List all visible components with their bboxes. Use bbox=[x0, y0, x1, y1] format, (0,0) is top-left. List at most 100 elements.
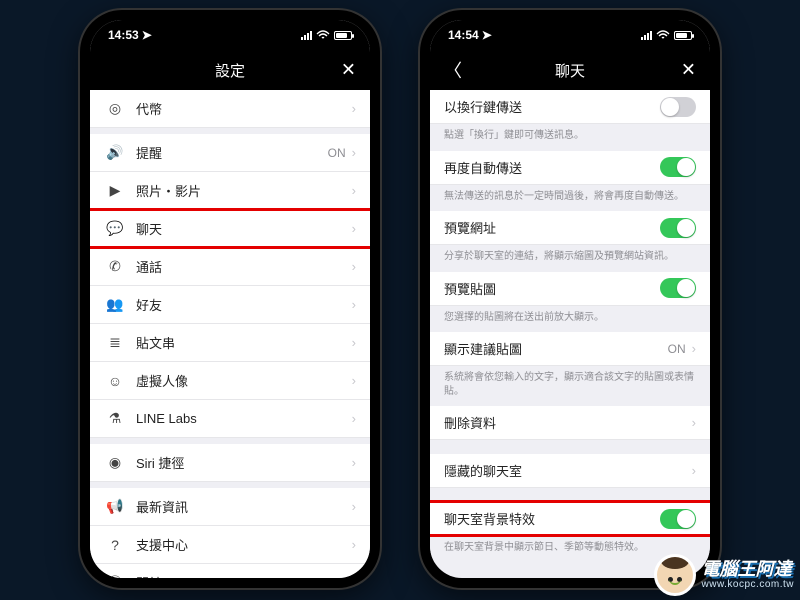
row-label: LINE Labs bbox=[136, 411, 352, 426]
settings-row-phone[interactable]: ✆ 通話› bbox=[90, 248, 370, 286]
location-icon: ➤ bbox=[482, 28, 492, 42]
wifi-icon bbox=[656, 30, 670, 40]
settings-row-announce[interactable]: 📢 最新資訊› bbox=[90, 488, 370, 526]
wifi-icon bbox=[316, 30, 330, 40]
row-description: 系統將會依您輸入的文字，顯示適合該文字的貼圖或表情貼。 bbox=[430, 366, 710, 406]
settings-row-coin[interactable]: ◎代幣› bbox=[90, 90, 370, 128]
toggle-switch[interactable] bbox=[660, 509, 696, 529]
siri-icon: ◉ bbox=[104, 454, 126, 471]
chat-setting-row[interactable]: 刪除資料› bbox=[430, 406, 710, 440]
row-description: 無法傳送的訊息於一定時間過後，將會再度自動傳送。 bbox=[430, 185, 710, 212]
info-icon: ⓘ bbox=[104, 573, 126, 579]
chevron-right-icon: › bbox=[692, 463, 696, 478]
help-icon: ? bbox=[104, 537, 126, 553]
settings-row-video[interactable]: ▶照片・影片› bbox=[90, 172, 370, 210]
chat-setting-row[interactable]: 聊天室背景特效 bbox=[430, 502, 710, 536]
row-label: 關於LINE bbox=[136, 573, 352, 578]
notch bbox=[505, 10, 635, 32]
mascot-icon bbox=[654, 554, 696, 596]
settings-row-flask[interactable]: ⚗ LINE Labs› bbox=[90, 400, 370, 438]
row-label: 預覽網址 bbox=[444, 218, 660, 237]
settings-list[interactable]: ◎代幣›🔊提醒ON›▶照片・影片›💬聊天›✆通話›👥好友›≣貼文串›☺虛擬人像›… bbox=[90, 90, 370, 578]
row-value: ON bbox=[668, 342, 686, 356]
flask-icon: ⚗ bbox=[104, 410, 126, 427]
row-label: 提醒 bbox=[136, 143, 328, 162]
row-label: 貼文串 bbox=[136, 333, 352, 352]
phone-left: 14:53 ➤ 設定 ✕ ◎代幣›🔊提醒ON›▶照片・影片›💬聊天›✆通話›👥好… bbox=[80, 10, 380, 588]
row-label: 隱藏的聊天室 bbox=[444, 461, 692, 480]
chevron-right-icon: › bbox=[352, 537, 356, 552]
chevron-right-icon: › bbox=[352, 221, 356, 236]
video-icon: ▶ bbox=[104, 182, 126, 199]
status-time: 14:53 bbox=[108, 28, 139, 42]
row-label: Siri 捷徑 bbox=[136, 453, 352, 472]
row-label: 預覽貼圖 bbox=[444, 279, 660, 298]
chevron-right-icon: › bbox=[352, 145, 356, 160]
row-label: 最新資訊 bbox=[136, 497, 352, 516]
row-label: 聊天 bbox=[136, 219, 352, 238]
battery-icon bbox=[334, 31, 352, 40]
row-value: ON bbox=[328, 146, 346, 160]
phone-right: 14:54 ➤ 〈 聊天 ✕ 以換行鍵傳送點選「換行」鍵即可傳送訊息。再度自動傳… bbox=[420, 10, 720, 588]
settings-row-timeline[interactable]: ≣貼文串› bbox=[90, 324, 370, 362]
page-title: 設定 bbox=[215, 60, 245, 81]
chevron-right-icon: › bbox=[352, 455, 356, 470]
settings-row-siri[interactable]: ◉ Siri 捷徑› bbox=[90, 444, 370, 482]
row-description: 點選「換行」鍵即可傳送訊息。 bbox=[430, 124, 710, 151]
row-label: 代幣 bbox=[136, 99, 352, 118]
phone-icon: ✆ bbox=[104, 258, 126, 275]
status-time: 14:54 bbox=[448, 28, 479, 42]
avatar-icon: ☺ bbox=[104, 373, 126, 389]
settings-row-avatar[interactable]: ☺虛擬人像› bbox=[90, 362, 370, 400]
chevron-right-icon: › bbox=[352, 259, 356, 274]
chevron-right-icon: › bbox=[352, 297, 356, 312]
chat-icon: 💬 bbox=[104, 220, 126, 237]
timeline-icon: ≣ bbox=[104, 334, 126, 351]
close-button[interactable]: ✕ bbox=[681, 60, 696, 81]
row-description: 您選擇的貼圖將在送出前放大顯示。 bbox=[430, 306, 710, 333]
settings-row-chat[interactable]: 💬 聊天› bbox=[90, 210, 370, 248]
chat-setting-row[interactable]: 再度自動傳送 bbox=[430, 151, 710, 185]
chat-settings-list[interactable]: 以換行鍵傳送點選「換行」鍵即可傳送訊息。再度自動傳送無法傳送的訊息於一定時間過後… bbox=[430, 90, 710, 578]
chevron-right-icon: › bbox=[352, 373, 356, 388]
location-icon: ➤ bbox=[142, 28, 152, 42]
row-label: 刪除資料 bbox=[444, 413, 692, 432]
row-label: 再度自動傳送 bbox=[444, 158, 660, 177]
chat-setting-row[interactable]: 顯示建議貼圖ON › bbox=[430, 332, 710, 366]
battery-icon bbox=[674, 31, 692, 40]
settings-row-help[interactable]: ? 支援中心› bbox=[90, 526, 370, 564]
settings-row-speaker[interactable]: 🔊 提醒ON › bbox=[90, 134, 370, 172]
chat-setting-row[interactable]: 以換行鍵傳送 bbox=[430, 90, 710, 124]
row-label: 以換行鍵傳送 bbox=[444, 97, 660, 116]
chevron-right-icon: › bbox=[352, 101, 356, 116]
chevron-right-icon: › bbox=[692, 341, 696, 356]
row-label: 通話 bbox=[136, 257, 352, 276]
close-button[interactable]: ✕ bbox=[341, 60, 356, 81]
chat-setting-row[interactable]: 預覽貼圖 bbox=[430, 272, 710, 306]
row-description: 分享於聊天室的連結，將顯示縮圖及預覽網站資訊。 bbox=[430, 245, 710, 272]
row-label: 照片・影片 bbox=[136, 181, 352, 200]
chevron-right-icon: › bbox=[692, 415, 696, 430]
cellular-icon bbox=[301, 31, 312, 40]
settings-row-friend[interactable]: 👥好友› bbox=[90, 286, 370, 324]
page-title: 聊天 bbox=[555, 60, 585, 81]
settings-row-info[interactable]: ⓘ關於LINE› bbox=[90, 564, 370, 578]
chat-setting-row[interactable]: 隱藏的聊天室› bbox=[430, 454, 710, 488]
back-button[interactable]: 〈 bbox=[444, 57, 462, 83]
row-label: 支援中心 bbox=[136, 535, 352, 554]
chevron-right-icon: › bbox=[352, 411, 356, 426]
toggle-switch[interactable] bbox=[660, 218, 696, 238]
cellular-icon bbox=[641, 31, 652, 40]
announce-icon: 📢 bbox=[104, 498, 126, 515]
speaker-icon: 🔊 bbox=[104, 144, 126, 161]
toggle-switch[interactable] bbox=[660, 97, 696, 117]
chevron-right-icon: › bbox=[352, 499, 356, 514]
watermark: 電腦王阿達 www.kocpc.com.tw bbox=[654, 554, 794, 596]
watermark-url: www.kocpc.com.tw bbox=[702, 580, 794, 590]
chat-setting-row[interactable]: 預覽網址 bbox=[430, 211, 710, 245]
toggle-switch[interactable] bbox=[660, 157, 696, 177]
row-label: 好友 bbox=[136, 295, 352, 314]
toggle-switch[interactable] bbox=[660, 278, 696, 298]
row-label: 顯示建議貼圖 bbox=[444, 339, 668, 358]
nav-bar: 設定 ✕ bbox=[90, 50, 370, 90]
